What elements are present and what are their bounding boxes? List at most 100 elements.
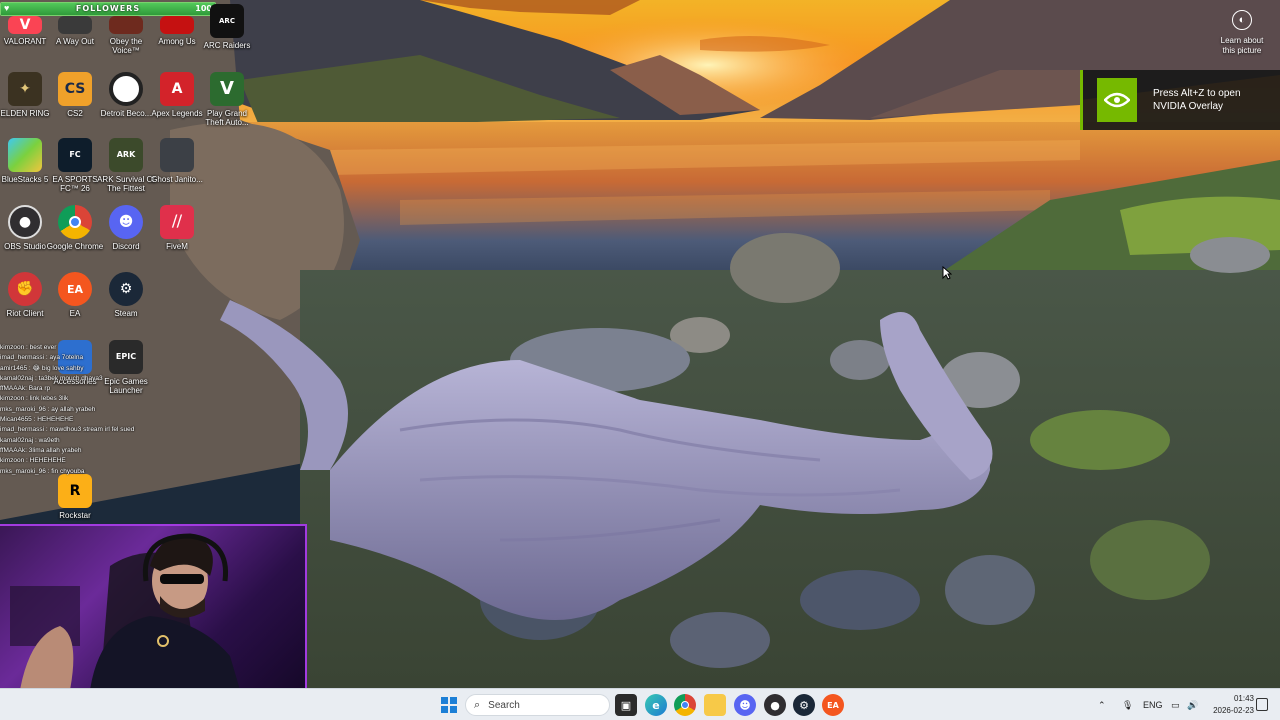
obs-taskbar-icon[interactable]: ● bbox=[764, 694, 786, 716]
desktop-icon-label: CS2 bbox=[67, 109, 83, 118]
desktop-icon-label: Play Grand Theft Auto... bbox=[205, 109, 249, 128]
chat-message: kimzoon : best ever bbox=[0, 344, 57, 351]
desktop-icon-label: Ghost Janito... bbox=[151, 175, 203, 184]
ghost-janitor-icon bbox=[160, 138, 194, 172]
volume-icon[interactable]: 🔊 bbox=[1187, 689, 1198, 720]
chat-message: kimzoon : link lebes 3lik bbox=[0, 395, 69, 403]
desktop-icon-cs2[interactable]: CS CS2 bbox=[50, 72, 100, 134]
obs-icon: ● bbox=[8, 205, 42, 239]
desktop-icon-arc-raiders[interactable]: ARC ARC Raiders bbox=[202, 4, 252, 66]
among-us-icon bbox=[160, 16, 194, 34]
desktop-icon-label: Detroit Beco... bbox=[100, 109, 152, 118]
valorant-icon: V bbox=[8, 16, 42, 34]
desktop-icon-gta[interactable]: V Play Grand Theft Auto... bbox=[202, 72, 252, 134]
desktop-icon-obs[interactable]: ● OBS Studio bbox=[0, 205, 50, 267]
chat-message: kimzoon : HEHEHEHE bbox=[0, 457, 66, 465]
taskbar-search-box[interactable]: ⌕ bbox=[465, 694, 610, 716]
desktop-icon-a-way-out[interactable]: A Way Out bbox=[50, 16, 100, 78]
desktop-icon-label: ARK Survival Of The Fittest bbox=[97, 175, 155, 194]
chat-message: mks_maroki_96 : fin chyouba bbox=[0, 467, 85, 475]
search-input[interactable] bbox=[488, 699, 589, 711]
desktop-icon-ea[interactable]: EA EA bbox=[50, 272, 100, 334]
desktop-icon-elden-ring[interactable]: ✦ ELDEN RING bbox=[0, 72, 50, 134]
desktop-icon-valorant[interactable]: V VALORANT bbox=[0, 16, 50, 78]
desktop-icon-label: ARC Raiders bbox=[203, 41, 251, 50]
desktop-icon-ark[interactable]: ARK ARK Survival Of The Fittest bbox=[97, 138, 155, 200]
desktop-icon-ghost-janitor[interactable]: Ghost Janito... bbox=[151, 138, 203, 200]
desktop-icon-among-us[interactable]: Among Us bbox=[152, 16, 202, 78]
start-button[interactable] bbox=[438, 694, 460, 716]
network-icon[interactable]: ▭ bbox=[1171, 689, 1180, 720]
desktop-icon-label: Discord bbox=[112, 242, 140, 251]
apex-legends-icon: A bbox=[160, 72, 194, 106]
language-indicator[interactable]: ENG bbox=[1143, 689, 1163, 720]
chat-message: kamal02naj : ta3bek mouch dhaya3 bbox=[0, 374, 103, 382]
desktop-icon-detroit[interactable]: Detroit Beco... bbox=[101, 72, 151, 134]
followers-label: FOLLOWERS bbox=[75, 4, 141, 13]
riot-client-icon: ✊ bbox=[8, 272, 42, 306]
chat-message: ffMAAAk: Bara rp bbox=[0, 385, 51, 393]
clock-date: 2026-02-23 bbox=[1213, 705, 1254, 715]
learn-about-label: Learn about this picture bbox=[1220, 36, 1264, 56]
desktop-icon-fivem[interactable]: ⧸⧸ FiveM bbox=[152, 205, 202, 267]
desktop-icon-label: Obey the Voice™ bbox=[109, 37, 143, 56]
cs2-icon: CS bbox=[58, 72, 92, 106]
show-hidden-icons-button[interactable]: ⌃ bbox=[1098, 689, 1106, 720]
clock-time: 01:43 bbox=[1233, 694, 1254, 703]
followers-goal-bar: ♥ FOLLOWERS 100 bbox=[0, 2, 216, 16]
taskbar: ⌕ ▣ e ☻ ● ⚙ EA ⌃ 🎙 ENG ▭ 🔊 01:43 2026-02… bbox=[0, 688, 1280, 720]
desktop-icon-riot-client[interactable]: ✊ Riot Client bbox=[0, 272, 50, 334]
elden-ring-icon: ✦ bbox=[8, 72, 42, 106]
desktop-icon-label: FiveM bbox=[166, 242, 188, 251]
discord-taskbar-icon[interactable]: ☻ bbox=[734, 694, 756, 716]
desktop-icon-label: Steam bbox=[114, 309, 138, 318]
desktop-icon-discord[interactable]: ☻ Discord bbox=[101, 205, 151, 267]
microphone-icon[interactable]: 🎙 bbox=[1122, 689, 1133, 720]
a-way-out-icon bbox=[58, 16, 92, 34]
desktop-icon-label: Rockstar bbox=[59, 511, 91, 520]
mouse-cursor-icon bbox=[942, 265, 953, 285]
search-icon: ⌕ bbox=[474, 698, 481, 711]
desktop-icon-label: Google Chrome bbox=[46, 242, 104, 251]
chrome-taskbar-icon[interactable] bbox=[674, 694, 696, 716]
desktop-icon-chrome[interactable]: Google Chrome bbox=[47, 205, 103, 267]
nvidia-toast-line1: Press Alt+Z to open bbox=[1153, 88, 1241, 99]
detroit-icon bbox=[109, 72, 143, 106]
chat-message: imad_hermassi : mawdhou3 stream irl fel … bbox=[0, 426, 135, 434]
nvidia-logo-icon bbox=[1097, 78, 1137, 122]
chat-message: mks_maroki_96 : ay allah yrabeh bbox=[0, 405, 96, 413]
camera-info-icon: ◐ bbox=[1232, 10, 1252, 30]
stream-chat-overlay: kimzoon : best ever imad_hermassi : aya 7… bbox=[0, 344, 150, 478]
nvidia-overlay-toast[interactable]: Press Alt+Z to open NVIDIA Overlay bbox=[1080, 70, 1280, 130]
taskbar-clock[interactable]: 01:43 2026-02-23 bbox=[1206, 693, 1254, 716]
desktop-icon-apex-legends[interactable]: A Apex Legends bbox=[151, 72, 203, 134]
task-view-icon[interactable]: ▣ bbox=[615, 694, 637, 716]
chat-message: kamal02naj : wa9eth bbox=[0, 436, 60, 444]
steam-icon: ⚙ bbox=[109, 272, 143, 306]
chat-message: ffMAAAk: 3lima allah yrabeh bbox=[0, 446, 82, 454]
steam-taskbar-icon[interactable]: ⚙ bbox=[793, 694, 815, 716]
ea-sports-fc-icon: FC bbox=[58, 138, 92, 172]
edge-icon[interactable]: e bbox=[645, 694, 667, 716]
desktop-icon-label: EA bbox=[69, 309, 81, 318]
desktop-icon-label: EA SPORTS FC™ 26 bbox=[52, 175, 98, 194]
chrome-icon bbox=[58, 205, 92, 239]
desktop-icon-steam[interactable]: ⚙ Steam bbox=[101, 272, 151, 334]
desktop-icon-obey-the-voice[interactable]: Obey the Voice™ bbox=[101, 16, 151, 78]
discord-icon: ☻ bbox=[109, 205, 143, 239]
nvidia-toast-line2: NVIDIA Overlay bbox=[1153, 100, 1224, 112]
notification-bell-icon[interactable] bbox=[1256, 698, 1268, 711]
file-explorer-icon[interactable] bbox=[704, 694, 726, 716]
desktop-icon-bluestacks[interactable]: BlueStacks 5 bbox=[0, 138, 50, 200]
ark-icon: ARK bbox=[109, 138, 143, 172]
obey-the-voice-icon bbox=[109, 16, 143, 34]
webcam-overlay bbox=[0, 524, 307, 688]
fivem-icon: ⧸⧸ bbox=[160, 205, 194, 239]
learn-about-picture[interactable]: ◐ Learn about this picture bbox=[1214, 10, 1270, 57]
chat-message: imad_hermassi : aya 7otelna bbox=[0, 354, 84, 362]
desktop-icon-label: A Way Out bbox=[56, 37, 94, 46]
desktop-icon-ea-sports-fc[interactable]: FC EA SPORTS FC™ 26 bbox=[50, 138, 100, 200]
ea-taskbar-icon[interactable]: EA bbox=[822, 694, 844, 716]
chat-message: amir1465 : 😂 big love sahby bbox=[0, 364, 84, 372]
bluestacks-icon bbox=[8, 138, 42, 172]
